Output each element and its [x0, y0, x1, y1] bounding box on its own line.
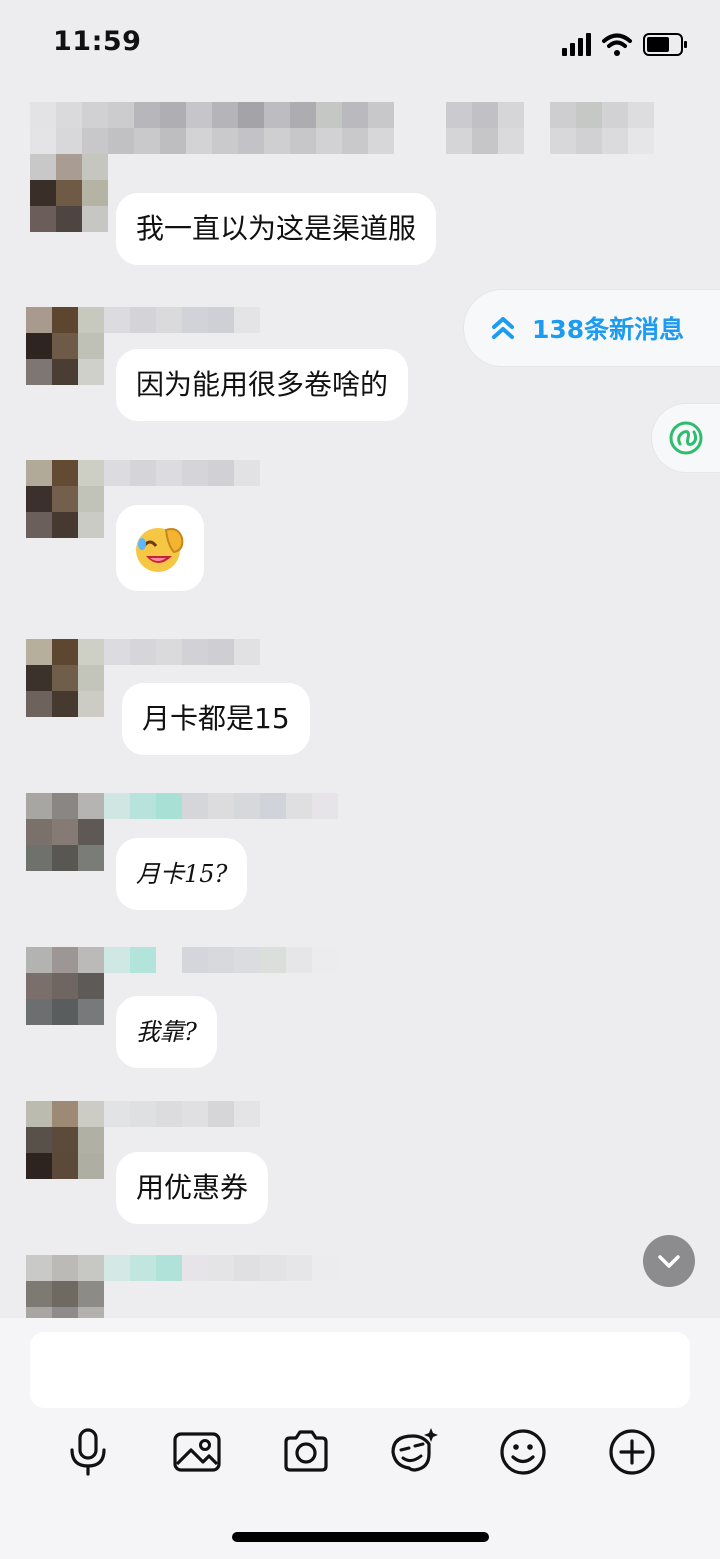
- home-indicator[interactable]: [232, 1532, 489, 1542]
- avatar[interactable]: [26, 307, 104, 385]
- message-bubble[interactable]: 我一直以为这是渠道服: [116, 193, 437, 265]
- sender-name: [104, 1255, 338, 1281]
- sender-name: [104, 1101, 260, 1127]
- message-input[interactable]: [30, 1332, 690, 1408]
- avatar[interactable]: [26, 639, 104, 717]
- camera-icon[interactable]: [278, 1424, 334, 1480]
- image-icon[interactable]: [169, 1424, 225, 1480]
- sender-name: [104, 947, 338, 973]
- assistant-icon: [669, 421, 703, 455]
- microphone-icon[interactable]: [60, 1424, 116, 1480]
- new-messages-label: 138条新消息: [532, 315, 685, 344]
- avatar[interactable]: [26, 460, 104, 538]
- plus-icon[interactable]: [604, 1424, 660, 1480]
- status-time: 11:59: [53, 26, 142, 57]
- message-bubble[interactable]: 😆: [116, 505, 204, 591]
- message-bubble[interactable]: 我靠?: [116, 996, 217, 1068]
- sender-name: [104, 460, 260, 486]
- sender-name: [104, 793, 338, 819]
- emoji-icon[interactable]: [495, 1424, 551, 1480]
- message-text: 用优惠券: [136, 1171, 249, 1204]
- message-bubble[interactable]: 因为能用很多卷啥的: [116, 349, 409, 421]
- sender-name: [104, 307, 260, 333]
- sticker-icon[interactable]: [385, 1424, 441, 1480]
- message-bubble[interactable]: 用优惠券: [116, 1152, 269, 1224]
- wifi-icon: [602, 33, 632, 56]
- avatar[interactable]: [26, 1255, 104, 1318]
- message-text: 月卡15?: [136, 860, 228, 888]
- chevron-down-icon: [658, 1255, 680, 1268]
- double-chevron-up-icon: [492, 317, 514, 339]
- scroll-to-bottom-button[interactable]: [643, 1235, 695, 1287]
- side-float-button[interactable]: [652, 404, 720, 472]
- battery-icon: [643, 33, 687, 56]
- composer-bar: [0, 1318, 720, 1559]
- sender-name: [104, 639, 260, 665]
- avatar[interactable]: [30, 154, 108, 232]
- message-bubble[interactable]: 月卡15?: [116, 838, 248, 910]
- chat-history[interactable]: 我一直以为这是渠道服 因为能用很多卷啥的 😆: [0, 90, 720, 1318]
- message-bubble[interactable]: 月卡都是15: [122, 683, 310, 755]
- message-text: 我靠?: [136, 1018, 197, 1046]
- pixelated-header: [30, 102, 654, 154]
- laughing-emoji: 😆: [136, 528, 184, 572]
- message-text: 我一直以为这是渠道服: [136, 212, 417, 245]
- avatar[interactable]: [26, 793, 104, 871]
- avatar[interactable]: [26, 947, 104, 1025]
- new-messages-button[interactable]: 138条新消息: [464, 290, 720, 366]
- message-text: 月卡都是15: [142, 702, 290, 735]
- cellular-signal-icon: [562, 33, 591, 56]
- status-icons: [562, 33, 687, 56]
- status-bar: 11:59: [0, 0, 720, 90]
- message-text: 因为能用很多卷啥的: [136, 368, 389, 401]
- avatar[interactable]: [26, 1101, 104, 1179]
